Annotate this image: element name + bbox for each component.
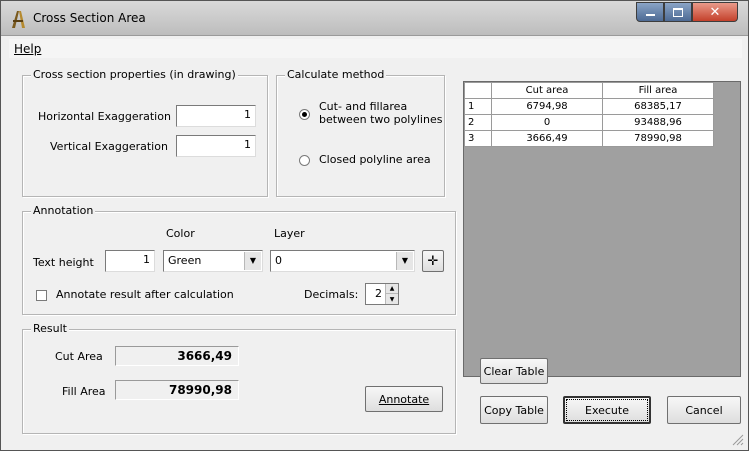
spin-up-icon[interactable]: ▲ (386, 284, 398, 294)
row-number: 2 (464, 114, 492, 131)
close-icon: ✕ (709, 4, 721, 20)
copy-table-label: Copy Table (484, 403, 544, 417)
text-height-input[interactable]: 1 (105, 250, 155, 272)
annotation-group: Annotation Color Layer Text height 1 Gre… (22, 204, 456, 315)
cross-section-properties-legend: Cross section properties (in drawing) (31, 68, 238, 81)
column-header-cut-area[interactable]: Cut area (491, 82, 603, 99)
title-bar[interactable]: Cross Section Area ✕ (1, 1, 748, 36)
result-legend: Result (31, 322, 69, 335)
annotate-after-calculation-checkbox[interactable] (36, 290, 47, 301)
minimize-icon (645, 14, 655, 16)
table-row[interactable]: 2 0 93488,96 (464, 114, 714, 131)
decimals-spin-buttons[interactable]: ▲ ▼ (385, 284, 398, 304)
fill-area-label: Fill Area (62, 385, 106, 398)
resize-grip-icon[interactable] (732, 434, 744, 446)
column-header-fill-area[interactable]: Fill area (602, 82, 714, 99)
decimals-value: 2 (375, 287, 382, 300)
maximize-button[interactable] (664, 2, 692, 22)
menu-help[interactable]: Help (14, 42, 41, 56)
menu-bar: Help (9, 39, 742, 58)
window-title: Cross Section Area (33, 11, 146, 25)
color-label: Color (166, 227, 195, 240)
table-row[interactable]: 1 6794,98 68385,17 (464, 98, 714, 115)
horizontal-exaggeration-input[interactable]: 1 (176, 105, 256, 127)
layer-label: Layer (274, 227, 305, 240)
table-corner-cell (464, 82, 492, 99)
radio-closed-polyline-label: Closed polyline area (319, 153, 431, 166)
cross-section-area-window: Cross Section Area ✕ Help Cross section … (0, 0, 749, 451)
color-select[interactable]: Green ▼ (163, 250, 263, 272)
horizontal-exaggeration-label: Horizontal Exaggeration (38, 110, 171, 123)
clear-table-button[interactable]: Clear Table (480, 358, 548, 384)
table-header-row: Cut area Fill area (464, 82, 714, 99)
calculate-method-group: Calculate method Cut- and fillarea betwe… (276, 68, 445, 197)
cross-section-properties-group: Cross section properties (in drawing) Ho… (22, 68, 268, 197)
layer-select-value: 0 (275, 254, 282, 267)
text-height-label: Text height (33, 256, 94, 269)
table-row[interactable]: 3 3666,49 78990,98 (464, 130, 714, 147)
color-select-value: Green (168, 254, 202, 267)
calculate-method-legend: Calculate method (285, 68, 387, 81)
crosshair-icon: ✛ (427, 253, 439, 269)
radio-cut-fill-label-line2: between two polylines (319, 113, 443, 126)
spin-down-icon[interactable]: ▼ (386, 294, 398, 304)
row-number: 3 (464, 130, 492, 147)
vertical-exaggeration-label: Vertical Exaggeration (50, 140, 168, 153)
cut-area-cell[interactable]: 6794,98 (491, 98, 603, 115)
cancel-button[interactable]: Cancel (667, 396, 741, 424)
fill-area-value: 78990,98 (115, 380, 239, 400)
app-icon (12, 11, 25, 28)
fill-area-cell[interactable]: 93488,96 (602, 114, 714, 131)
chevron-down-icon[interactable]: ▼ (396, 252, 413, 270)
radio-closed-polyline-area[interactable] (299, 155, 310, 166)
radio-cut-fill-label-line1: Cut- and fillarea (319, 100, 408, 113)
annotate-button-label: Annotate (378, 392, 430, 406)
execute-button[interactable]: Execute (563, 396, 651, 424)
row-number: 1 (464, 98, 492, 115)
results-table[interactable]: Cut area Fill area 1 6794,98 68385,17 2 … (463, 81, 741, 377)
copy-table-button[interactable]: Copy Table (480, 396, 548, 424)
decimals-label: Decimals: (304, 288, 359, 301)
cut-area-label: Cut Area (55, 350, 103, 363)
decimals-stepper[interactable]: 2 ▲ ▼ (365, 283, 399, 305)
annotate-after-calculation-label: Annotate result after calculation (56, 288, 234, 301)
execute-label: Execute (585, 403, 629, 417)
fill-area-cell[interactable]: 78990,98 (602, 130, 714, 147)
radio-cut-fill-two-polylines[interactable] (299, 109, 310, 120)
clear-table-label: Clear Table (483, 364, 545, 378)
fill-area-cell[interactable]: 68385,17 (602, 98, 714, 115)
layer-select[interactable]: 0 ▼ (270, 250, 415, 272)
result-group: Result Cut Area 3666,49 Fill Area 78990,… (22, 322, 456, 434)
cut-area-value: 3666,49 (115, 346, 239, 366)
minimize-button[interactable] (636, 2, 664, 22)
results-table-body: Cut area Fill area 1 6794,98 68385,17 2 … (464, 82, 714, 147)
pick-layer-button[interactable]: ✛ (422, 250, 444, 272)
maximize-icon (673, 7, 683, 17)
close-button[interactable]: ✕ (692, 2, 738, 22)
chevron-down-icon[interactable]: ▼ (244, 252, 261, 270)
cut-area-cell[interactable]: 3666,49 (491, 130, 603, 147)
cancel-label: Cancel (685, 403, 723, 417)
cut-area-cell[interactable]: 0 (491, 114, 603, 131)
vertical-exaggeration-input[interactable]: 1 (176, 135, 256, 157)
annotate-button[interactable]: Annotate (365, 386, 443, 412)
annotation-legend: Annotation (31, 204, 96, 217)
